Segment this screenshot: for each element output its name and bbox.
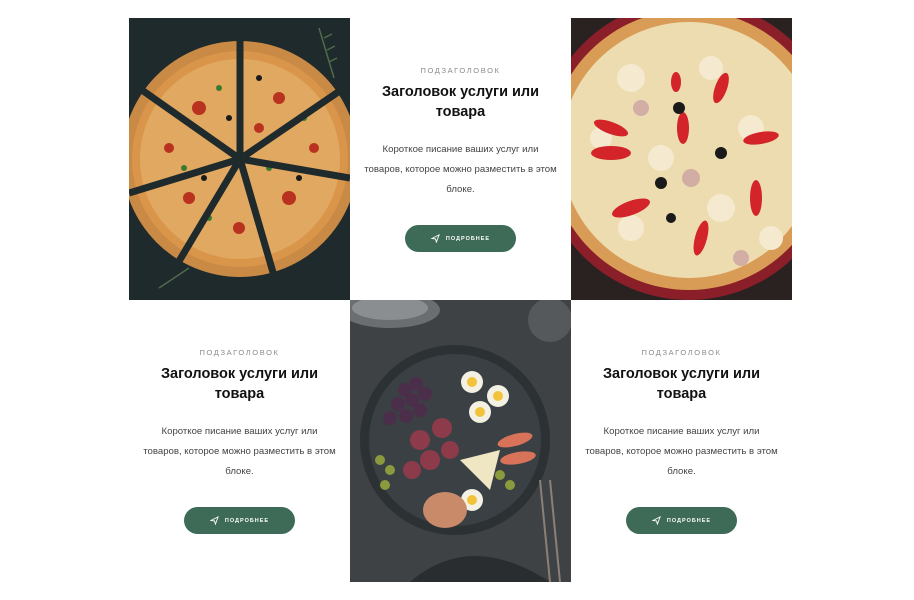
service-card-3: ПОДЗАГОЛОВОК Заголовок услуги или товара… xyxy=(571,300,792,582)
subheading: ПОДЗАГОЛОВОК xyxy=(199,348,280,357)
subheading: ПОДЗАГОЛОВОК xyxy=(641,348,722,357)
card-heading: Заголовок услуги или товара xyxy=(160,366,319,402)
details-button[interactable]: ПОДРОБНЕЕ xyxy=(184,507,295,534)
card-description: Короткое писание ваших услуг или товаров… xyxy=(143,426,336,477)
service-card-1: ПОДЗАГОЛОВОК Заголовок услуги или товара… xyxy=(350,18,571,300)
paper-plane-icon xyxy=(209,516,219,525)
mushroom-pepper-pizza-photo xyxy=(571,18,792,300)
details-button[interactable]: ПОДРОБНЕЕ xyxy=(405,225,516,252)
details-button[interactable]: ПОДРОБНЕЕ xyxy=(626,507,737,534)
card-heading: Заголовок услуги или товара xyxy=(381,84,540,120)
details-button-label: ПОДРОБНЕЕ xyxy=(224,517,270,524)
appetizer-platter-photo xyxy=(350,300,571,582)
paper-plane-icon xyxy=(430,234,440,243)
details-button-label: ПОДРОБНЕЕ xyxy=(666,517,712,524)
appetizer-platter-image xyxy=(350,300,571,582)
sliced-pizza-image xyxy=(129,18,350,300)
subheading: ПОДЗАГОЛОВОК xyxy=(420,66,501,75)
service-card-2: ПОДЗАГОЛОВОК Заголовок услуги или товара… xyxy=(129,300,350,582)
mushroom-pizza-image xyxy=(571,18,792,300)
sliced-pizza-photo xyxy=(129,18,350,300)
card-heading: Заголовок услуги или товара xyxy=(602,366,761,402)
paper-plane-icon xyxy=(651,516,661,525)
details-button-label: ПОДРОБНЕЕ xyxy=(445,235,491,242)
card-description: Короткое писание ваших услуг или товаров… xyxy=(364,144,557,195)
card-description: Короткое писание ваших услуг или товаров… xyxy=(585,426,778,477)
